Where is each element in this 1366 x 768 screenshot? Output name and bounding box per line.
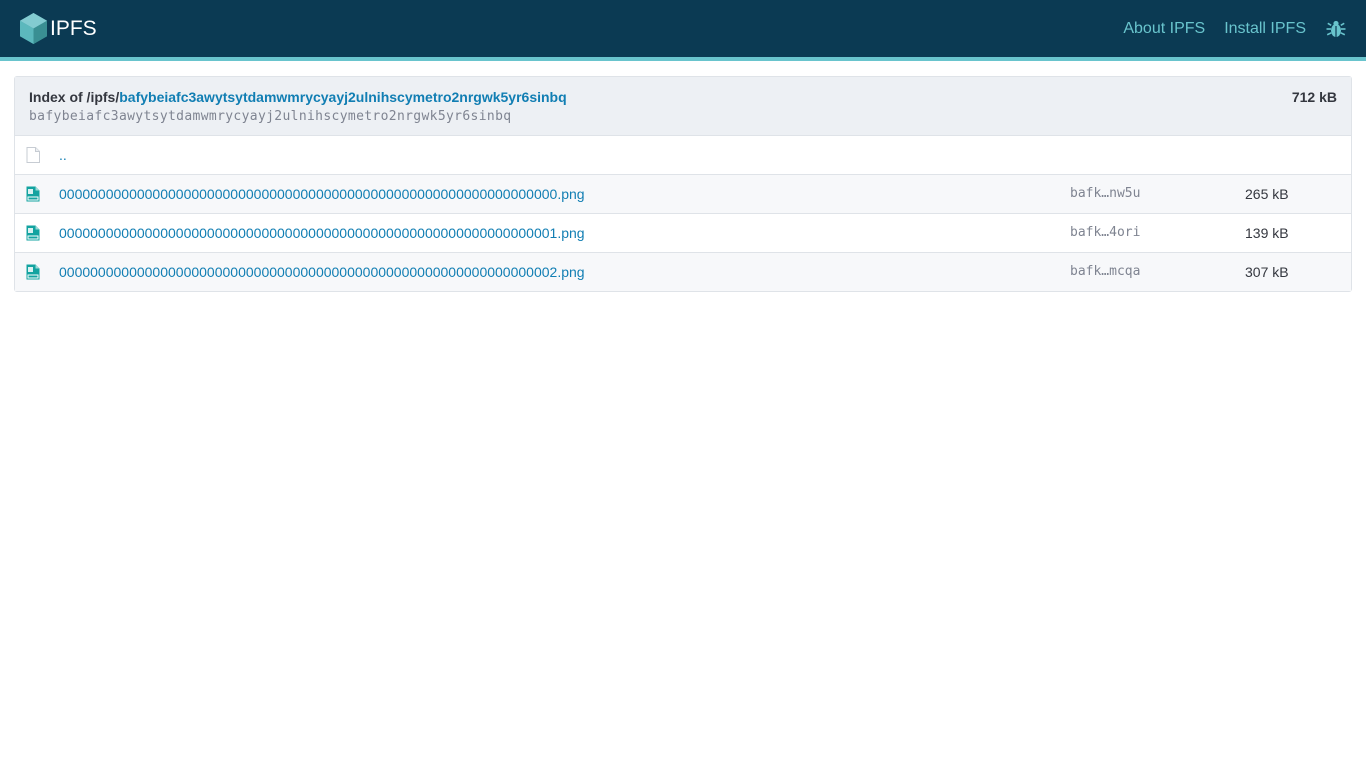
root-cid-link[interactable]: bafybeiafc3awytsytdamwmrycyayj2ulnihscym… [119,89,566,105]
install-ipfs-link[interactable]: Install IPFS [1224,20,1306,38]
png-file-icon [26,225,40,240]
file-row: 0000000000000000000000000000000000000000… [15,212,1351,252]
png-file-icon [26,264,40,280]
parent-dir-link[interactable]: .. [59,147,67,163]
header-nav: About IPFS Install IPFS [1104,19,1346,39]
file-size: 307 kB [1245,251,1351,291]
top-header: IPFS About IPFS Install IPFS [0,0,1366,57]
file-row: 0000000000000000000000000000000000000000… [15,251,1351,291]
header-accent-stripe [0,57,1366,61]
file-size: 139 kB [1245,212,1351,252]
file-cid-link[interactable]: bafk…mcqa [1070,264,1140,279]
ipfs-cube-icon [20,13,47,44]
file-link[interactable]: 0000000000000000000000000000000000000000… [59,225,585,241]
index-prefix: Index of /ipfs/ [29,89,120,105]
directory-listing: Index of /ipfs/bafybeiafc3awytsytdamwmry… [14,76,1352,292]
index-title: Index of /ipfs/bafybeiafc3awytsytdamwmry… [29,88,1337,106]
about-ipfs-link[interactable]: About IPFS [1123,20,1205,38]
blank-file-icon [26,146,40,163]
file-table: .. 0000000000000000000000000000000000000… [15,136,1351,291]
total-size: 712 kB [1291,89,1337,105]
file-link[interactable]: 0000000000000000000000000000000000000000… [59,186,585,202]
file-cid-link[interactable]: bafk…nw5u [1070,186,1140,201]
parent-dir-row: .. [15,136,1351,174]
file-size: 265 kB [1245,173,1351,213]
ipfs-logo-link[interactable]: IPFS [20,13,97,44]
root-cid-text: bafybeiafc3awytsytdamwmrycyayj2ulnihscym… [29,109,512,124]
png-file-icon [26,186,40,201]
file-row: 0000000000000000000000000000000000000000… [15,173,1351,213]
file-cid-link[interactable]: bafk…4ori [1070,225,1140,240]
logo-text: IPFS [50,16,97,40]
bug-report-icon[interactable] [1326,19,1346,39]
index-header: Index of /ipfs/bafybeiafc3awytsytdamwmry… [15,77,1351,136]
file-link[interactable]: 0000000000000000000000000000000000000000… [59,264,585,280]
